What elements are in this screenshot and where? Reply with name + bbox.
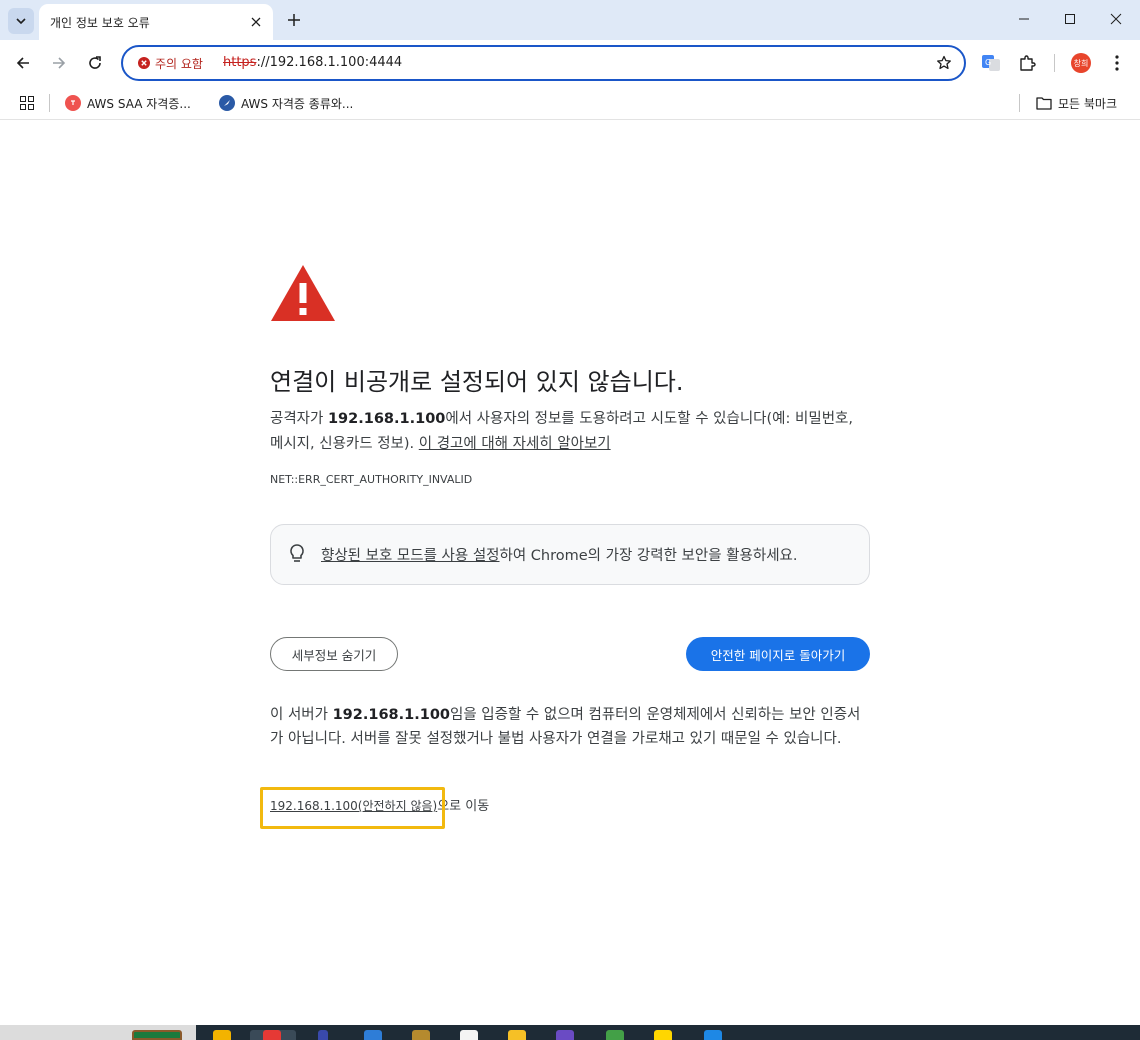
maximize-icon xyxy=(1065,14,1075,24)
error-code: NET::ERR_CERT_AUTHORITY_INVALID xyxy=(270,473,473,486)
taskbar-app-icon[interactable] xyxy=(364,1030,382,1040)
back-button[interactable] xyxy=(9,49,37,77)
google-translate-icon: G xyxy=(982,55,1000,71)
bookmark-label: AWS 자격증 종류와... xyxy=(241,96,354,111)
red-circle-favicon-icon xyxy=(65,95,81,111)
taskbar-app-icon[interactable] xyxy=(556,1030,574,1040)
lightbulb-icon xyxy=(290,544,304,562)
taskbar-app-icon[interactable] xyxy=(508,1030,526,1040)
bookmark-label: AWS SAA 자격증... xyxy=(87,96,191,111)
all-bookmarks-label: 모든 북마크 xyxy=(1058,96,1118,111)
bookmarks-divider xyxy=(1019,94,1020,112)
puzzle-icon xyxy=(1020,55,1036,71)
reload-button[interactable] xyxy=(81,49,109,77)
proceed-line: 192.168.1.100(안전하지 않음)으로 이동 xyxy=(270,795,489,814)
taskbar-app-icon[interactable] xyxy=(704,1030,722,1040)
translate-button[interactable]: G xyxy=(977,49,1005,77)
active-tab[interactable]: 개인 정보 보호 오류 xyxy=(39,4,273,40)
folder-icon xyxy=(1036,97,1052,110)
taskbar-app-icon[interactable] xyxy=(412,1030,430,1040)
enhanced-protection-promo: 향상된 보호 모드를 사용 설정하여 Chrome의 가장 강력한 보안을 활용… xyxy=(270,524,870,585)
proceed-suffix: 으로 이동 xyxy=(437,799,490,814)
reload-icon xyxy=(89,56,101,69)
apps-button[interactable] xyxy=(17,93,37,113)
taskbar-app-icon[interactable] xyxy=(263,1030,281,1040)
security-status-chip[interactable]: 주의 요함 xyxy=(132,51,209,75)
taskbar-app-icon[interactable] xyxy=(460,1030,478,1040)
svg-text:G: G xyxy=(985,58,991,67)
taskbar-app-icon[interactable] xyxy=(318,1030,328,1040)
minimize-icon xyxy=(1019,18,1029,20)
arrow-right-icon xyxy=(53,57,66,69)
bookmark-star-button[interactable] xyxy=(934,53,954,73)
profile-avatar[interactable]: 창희 xyxy=(1071,53,1091,73)
forward-button[interactable] xyxy=(45,49,73,77)
chevron-down-icon xyxy=(16,18,26,25)
close-icon xyxy=(1110,13,1122,25)
more-vert-icon xyxy=(1115,55,1119,71)
warning-triangle-icon xyxy=(271,265,335,321)
close-window-button[interactable] xyxy=(1093,0,1139,38)
all-bookmarks-button[interactable]: 모든 북마크 xyxy=(1036,91,1117,115)
taskbar-app-icon[interactable] xyxy=(213,1030,231,1040)
error-explanation: 공격자가 192.168.1.100에서 사용자의 정보를 도용하려고 시도할 … xyxy=(270,407,870,457)
enhanced-protection-text: 향상된 보호 모드를 사용 설정하여 Chrome의 가장 강력한 보안을 활용… xyxy=(321,544,797,565)
url-host: ://192.168.1.100:4444 xyxy=(256,55,403,70)
blue-compass-favicon-icon xyxy=(219,95,235,111)
learn-more-link[interactable]: 이 경고에 대해 자세히 알아보기 xyxy=(419,436,611,452)
proceed-unsafe-link[interactable]: 192.168.1.100(안전하지 않음) xyxy=(270,799,437,813)
new-tab-button[interactable] xyxy=(282,8,306,32)
chrome-menu-button[interactable] xyxy=(1103,49,1131,77)
taskbar-app-icon[interactable] xyxy=(132,1030,182,1040)
hide-details-button[interactable]: 세부정보 숨기기 xyxy=(270,637,398,671)
back-to-safety-button[interactable]: 안전한 페이지로 돌아가기 xyxy=(686,637,870,671)
maximize-button[interactable] xyxy=(1047,0,1093,38)
plus-icon xyxy=(288,14,300,26)
details-explanation: 이 서버가 192.168.1.100임을 입증할 수 없으며 컴퓨터의 운영체… xyxy=(270,703,870,751)
minimize-button[interactable] xyxy=(1001,0,1047,38)
taskbar-app-icon[interactable] xyxy=(606,1030,624,1040)
security-status-label: 주의 요함 xyxy=(155,56,203,71)
tab-close-button[interactable] xyxy=(247,13,265,31)
toolbar-divider xyxy=(1054,54,1055,72)
explanation-host: 192.168.1.100 xyxy=(327,411,446,427)
bookmark-item-aws-cert-types[interactable]: AWS 자격증 종류와... xyxy=(219,91,353,115)
details-host: 192.168.1.100 xyxy=(332,707,450,723)
taskbar-app-icon[interactable] xyxy=(654,1030,672,1040)
arrow-left-icon xyxy=(16,57,29,69)
address-bar[interactable]: 주의 요함 https://192.168.1.100:4444 xyxy=(121,45,966,81)
explanation-prefix: 공격자가 xyxy=(270,411,328,427)
enhanced-protection-suffix: 하여 Chrome의 가장 강력한 보안을 활용하세요. xyxy=(499,548,798,564)
enable-enhanced-protection-link[interactable]: 향상된 보호 모드를 사용 설정 xyxy=(321,548,500,564)
url-scheme: https xyxy=(223,55,257,70)
bookmark-item-aws-saa[interactable]: AWS SAA 자격증... xyxy=(65,91,191,115)
close-icon xyxy=(251,17,261,27)
tab-search-button[interactable] xyxy=(8,8,34,34)
apps-grid-icon xyxy=(20,96,34,110)
bookmarks-bar: AWS SAA 자격증... AWS 자격증 종류와... 모든 북마크 xyxy=(0,86,1140,120)
details-prefix: 이 서버가 xyxy=(270,707,333,723)
page-title: 연결이 비공개로 설정되어 있지 않습니다. xyxy=(270,368,684,396)
browser-toolbar: 주의 요함 https://192.168.1.100:4444 G 창희 xyxy=(0,40,1140,86)
star-icon xyxy=(937,55,951,70)
url-text[interactable]: https://192.168.1.100:4444 xyxy=(223,55,402,70)
tab-title: 개인 정보 보호 오류 xyxy=(50,16,150,30)
bookmarks-divider xyxy=(49,94,50,112)
extensions-button[interactable] xyxy=(1013,49,1041,77)
error-circle-icon xyxy=(138,57,150,69)
tab-strip: 개인 정보 보호 오류 xyxy=(0,0,1140,40)
